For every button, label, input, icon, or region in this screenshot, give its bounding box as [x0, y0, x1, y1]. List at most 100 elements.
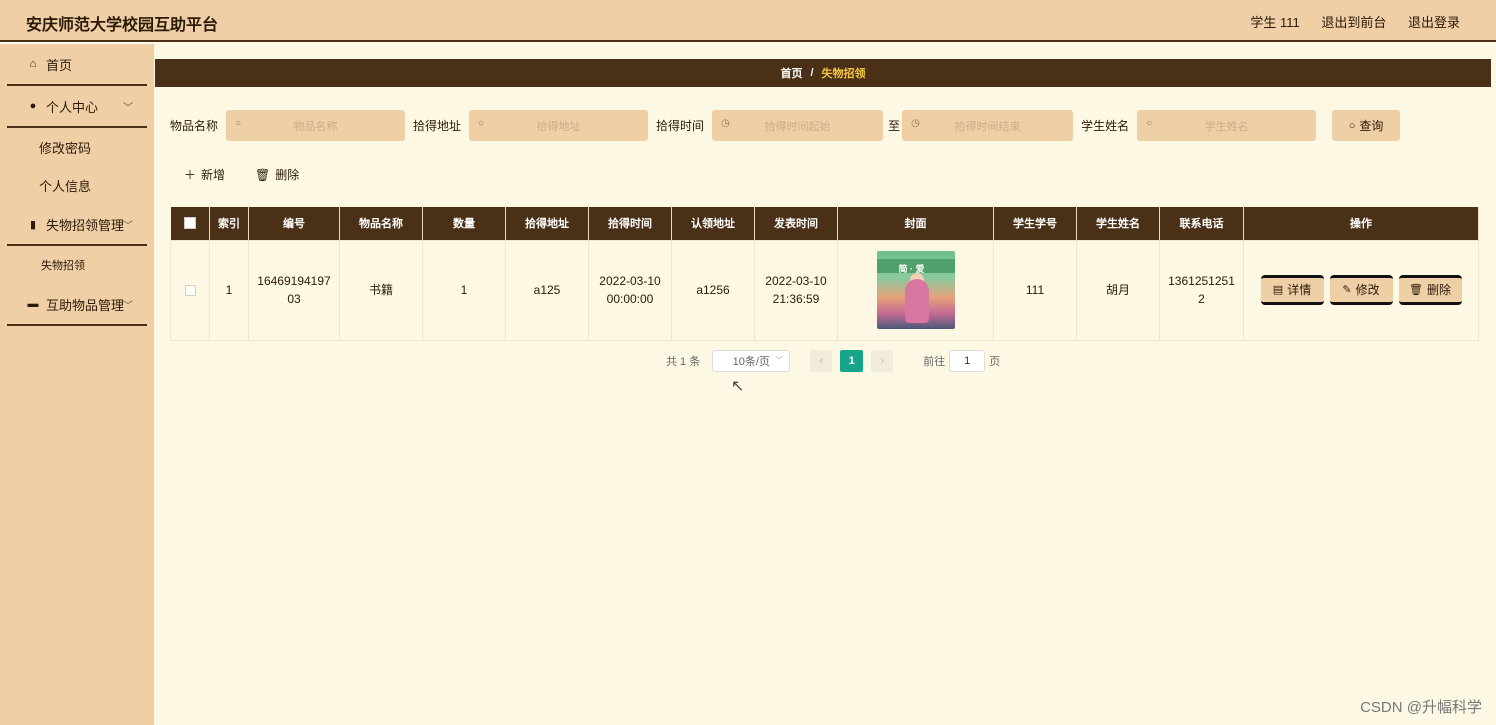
cell-index: 1: [209, 239, 249, 341]
search-icon: ○: [235, 118, 242, 129]
plus-icon: ＋: [184, 168, 197, 182]
student-name-input[interactable]: ○ 学生姓名: [1137, 110, 1317, 141]
chevron-down-icon: ﹀: [123, 221, 133, 232]
time-start-input[interactable]: ◷ 拾得时间起始: [712, 110, 884, 141]
delete-button-label: 删除: [275, 168, 300, 182]
add-button-label: 新增: [201, 168, 226, 182]
table-row: 1 1646919419703 书籍 1 a125 2022-03-10 00:…: [170, 239, 1479, 341]
current-user[interactable]: 学生 111: [1250, 15, 1299, 30]
search-icon: ○: [1146, 118, 1153, 129]
book-icon: ▮: [29, 218, 37, 231]
breadcrumb: 首页 / 失物招领: [155, 59, 1491, 87]
range-to-label: 至: [888, 119, 901, 133]
sidebar: ⌂ 首页 ● 个人中心 ﹀ 修改密码 个人信息 ▮ 失物招领管理 ﹀ 失物招领 …: [0, 44, 154, 725]
cell-student-name: 胡月: [1076, 239, 1160, 341]
select-all-checkbox[interactable]: [183, 217, 196, 230]
sidebar-item-lost-found[interactable]: 失物招领: [0, 246, 154, 284]
add-button[interactable]: ＋ 新增: [184, 166, 225, 183]
folder-icon: ▬: [27, 298, 39, 310]
sidebar-item-label: 失物招领管理: [46, 217, 125, 233]
column-header: 操作: [1243, 207, 1479, 240]
trash-icon: 🗑: [255, 167, 271, 182]
cell-phone: 13612512512: [1159, 239, 1244, 341]
placeholder: 拾得时间结束: [954, 120, 1021, 133]
detail-button[interactable]: ▤ 详情: [1260, 275, 1324, 305]
time-end-input[interactable]: ◷ 拾得时间结束: [902, 110, 1074, 141]
delete-button[interactable]: 🗑 删除: [1398, 275, 1462, 305]
sidebar-item-profile[interactable]: 个人信息: [0, 166, 154, 204]
query-button[interactable]: ○ 查询: [1332, 110, 1401, 141]
address-label: 拾得地址: [413, 119, 462, 133]
edit-icon: ✎: [1342, 284, 1352, 296]
goto-page-input[interactable]: 1: [949, 350, 986, 372]
cover-figure-body: [904, 279, 929, 323]
cell-found-address: a125: [505, 239, 589, 341]
page-size-select[interactable]: 10条/页 ﹀: [712, 350, 791, 372]
column-header: 索引: [209, 207, 249, 240]
next-page-button[interactable]: ›: [871, 350, 894, 372]
student-name-label: 学生姓名: [1081, 119, 1130, 133]
column-header: 发表时间: [754, 207, 838, 240]
column-header: 认领地址: [671, 207, 755, 240]
cell-cover: 简 · 爱: [837, 239, 994, 341]
delete-button-label: 删除: [1426, 283, 1451, 297]
cell-quantity: 1: [422, 239, 506, 341]
column-header: 拾得地址: [505, 207, 589, 240]
address-input[interactable]: ○ 拾得地址: [469, 110, 649, 141]
placeholder: 物品名称: [293, 120, 338, 133]
chevron-down-icon: ﹀: [123, 103, 133, 114]
bulk-delete-button[interactable]: 🗑 删除: [255, 166, 299, 183]
cell-claim-address: a1256: [671, 239, 755, 341]
breadcrumb-current: 失物招领: [821, 68, 866, 80]
detail-button-label: 详情: [1287, 283, 1312, 297]
time-label: 拾得时间: [656, 119, 705, 133]
cell-operations: ▤ 详情 ✎ 修改 🗑 删除: [1243, 239, 1479, 341]
goto-suffix: 页: [989, 356, 1001, 368]
sidebar-item-label: 互助物品管理: [46, 297, 125, 313]
cover-image[interactable]: 简 · 爱: [876, 251, 955, 329]
sidebar-item-home[interactable]: ⌂ 首页: [7, 44, 147, 86]
chevron-right-icon: ›: [880, 355, 885, 367]
sidebar-item-label: 个人中心: [46, 99, 99, 115]
clock-icon: ◷: [721, 118, 730, 129]
sidebar-item-label: 首页: [46, 57, 73, 73]
item-name-input[interactable]: ○ 物品名称: [226, 110, 406, 141]
sidebar-item-lost-mgmt[interactable]: ▮ 失物招领管理 ﹀: [7, 204, 147, 246]
mouse-cursor-icon: ↖: [731, 378, 745, 395]
logout-link[interactable]: 退出登录: [1408, 15, 1460, 30]
breadcrumb-home[interactable]: 首页: [780, 65, 802, 81]
column-header: 编号: [248, 207, 340, 240]
search-icon: ○: [1348, 119, 1356, 132]
column-header: 联系电话: [1159, 207, 1244, 240]
sidebar-item-change-password[interactable]: 修改密码: [0, 128, 154, 166]
cell-student-id: 111: [993, 239, 1077, 341]
top-bar: 安庆师范大学校园互助平台 学生 111 退出到前台 退出登录: [0, 0, 1496, 42]
column-header: 数量: [422, 207, 506, 240]
query-button-label: 查询: [1359, 119, 1384, 133]
column-header: 拾得时间: [588, 207, 672, 240]
document-icon: ▤: [1272, 284, 1284, 296]
page-number-current[interactable]: 1: [840, 350, 864, 372]
back-to-front-link[interactable]: 退出到前台: [1321, 15, 1386, 30]
page-size-value: 10条/页: [732, 356, 770, 368]
app-title: 安庆师范大学校园互助平台: [26, 17, 219, 34]
breadcrumb-separator: /: [810, 67, 814, 79]
sidebar-item-mutual-mgmt[interactable]: ▬ 互助物品管理 ﹀: [7, 284, 147, 326]
cell-post-time: 2022-03-10 21:36:59: [754, 239, 838, 341]
row-actions: ▤ 详情 ✎ 修改 🗑 删除: [1244, 275, 1478, 305]
lost-found-table: 索引 编号 物品名称 数量 拾得地址 拾得时间 认领地址 发表时间 封面 学生学…: [170, 207, 1479, 341]
cell-item-name: 书籍: [339, 239, 423, 341]
sidebar-item-personal[interactable]: ● 个人中心 ﹀: [7, 86, 147, 128]
row-checkbox[interactable]: [184, 285, 196, 297]
cell-code: 1646919419703: [248, 239, 340, 341]
watermark: CSDN @升幅科学: [1360, 699, 1482, 716]
search-icon: ○: [478, 118, 485, 129]
edit-button[interactable]: ✎ 修改: [1329, 275, 1393, 305]
select-all-header[interactable]: [170, 207, 210, 240]
pagination: 共 1 条 10条/页 ﹀ ‹ 1 › 前往 1 页: [666, 350, 1000, 372]
row-select-cell[interactable]: [170, 239, 210, 341]
search-bar: 物品名称 ○ 物品名称 拾得地址 ○ 拾得地址 拾得时间 ◷ 拾得时间起始 至 …: [170, 110, 1401, 141]
chevron-down-icon: ﹀: [123, 301, 133, 312]
edit-button-label: 修改: [1355, 283, 1380, 297]
prev-page-button[interactable]: ‹: [810, 350, 833, 372]
